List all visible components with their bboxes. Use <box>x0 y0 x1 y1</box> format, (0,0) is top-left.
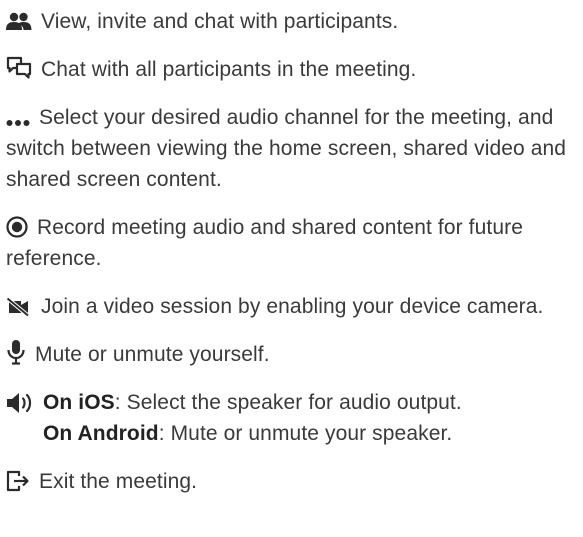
more-icon <box>6 118 30 128</box>
list-item-record: Record meeting audio and shared content … <box>6 212 577 274</box>
android-label: On Android <box>43 422 159 445</box>
list-item-more: Select your desired audio channel for th… <box>6 102 577 195</box>
feature-list: View, invite and chat with participants.… <box>0 0 583 537</box>
record-text: Record meeting audio and shared content … <box>6 216 523 270</box>
exit-text: Exit the meeting. <box>39 470 198 493</box>
list-item-exit: Exit the meeting. <box>6 466 577 497</box>
ios-text: : Select the speaker for audio output. <box>114 391 462 414</box>
list-item-video: Join a video session by enabling your de… <box>6 291 577 322</box>
microphone-icon <box>6 339 26 365</box>
record-icon <box>6 216 28 238</box>
list-item-speaker: On iOS: Select the speaker for audio out… <box>6 387 577 449</box>
participants-icon <box>6 12 32 32</box>
participants-text: View, invite and chat with participants. <box>41 10 399 33</box>
list-item-mute: Mute or unmute yourself. <box>6 339 577 370</box>
more-text: Select your desired audio channel for th… <box>6 106 567 191</box>
chat-text: Chat with all participants in the meetin… <box>41 58 417 81</box>
video-off-icon <box>6 297 32 317</box>
mute-text: Mute or unmute yourself. <box>35 343 270 366</box>
list-item-chat: Chat with all participants in the meetin… <box>6 54 577 85</box>
speaker-icon <box>6 392 34 414</box>
list-item-participants: View, invite and chat with participants. <box>6 6 577 37</box>
android-text: : Mute or unmute your speaker. <box>158 422 453 445</box>
chat-icon <box>6 56 32 80</box>
video-text: Join a video session by enabling your de… <box>41 295 544 318</box>
ios-label: On iOS <box>43 391 115 414</box>
exit-icon <box>6 470 30 492</box>
